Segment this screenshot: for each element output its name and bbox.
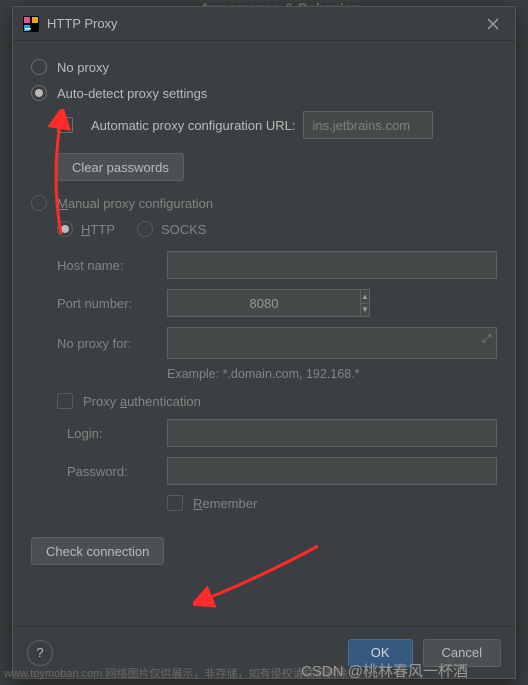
host-name-input[interactable] — [167, 251, 497, 279]
socks-label: SOCKS — [161, 222, 207, 237]
close-icon — [487, 18, 499, 30]
watermark-left: www.toymoban.com 网络图片仅供展示，非存储，如有侵权请联系删除 — [4, 665, 347, 681]
remember-label: Remember — [193, 496, 257, 511]
dialog-content: No proxy Auto-detect proxy settings Auto… — [13, 41, 515, 626]
auto-url-row: Automatic proxy configuration URL: — [57, 111, 497, 139]
radio-selected-icon — [31, 85, 47, 101]
radio-icon — [31, 195, 47, 211]
dialog-title: HTTP Proxy — [47, 16, 118, 31]
remember-option[interactable]: Remember — [167, 495, 497, 511]
socks-option[interactable]: SOCKS — [137, 221, 207, 237]
checkbox-icon — [57, 393, 73, 409]
app-icon — [23, 16, 39, 32]
clear-passwords-button[interactable]: Clear passwords — [57, 153, 184, 181]
radio-selected-icon — [57, 221, 73, 237]
proxy-auth-label: Proxy authentication — [83, 394, 201, 409]
help-button[interactable]: ? — [27, 640, 53, 666]
password-input[interactable] — [167, 457, 497, 485]
expand-icon[interactable]: ⤢ — [482, 333, 491, 346]
titlebar: HTTP Proxy — [13, 7, 515, 41]
checkbox-icon — [167, 495, 183, 511]
http-option[interactable]: HTTP — [57, 221, 115, 237]
port-number-label: Port number: — [57, 296, 167, 311]
close-button[interactable] — [481, 12, 505, 36]
radio-icon — [31, 59, 47, 75]
http-proxy-dialog: HTTP Proxy No proxy Auto-detect proxy se… — [12, 6, 516, 679]
login-label: Login: — [67, 426, 167, 441]
no-proxy-option[interactable]: No proxy — [31, 59, 497, 75]
port-number-field: ▲ ▼ — [167, 289, 297, 317]
port-step-down[interactable]: ▼ — [361, 304, 369, 317]
auto-detect-label: Auto-detect proxy settings — [57, 86, 207, 101]
login-input[interactable] — [167, 419, 497, 447]
watermark-right: CSDN @桃林春风一杯酒 — [301, 660, 468, 681]
no-proxy-label: No proxy — [57, 60, 109, 75]
http-label: HTTP — [81, 222, 115, 237]
auto-url-checkbox[interactable] — [57, 117, 73, 133]
manual-proxy-option[interactable]: Manual proxy configuration — [31, 195, 497, 211]
auto-url-label: Automatic proxy configuration URL: — [91, 118, 295, 133]
check-connection-button[interactable]: Check connection — [31, 537, 164, 565]
password-label: Password: — [67, 464, 167, 479]
host-name-label: Host name: — [57, 258, 167, 273]
manual-proxy-label: Manual proxy configuration — [57, 196, 213, 211]
no-proxy-for-input[interactable] — [167, 327, 497, 359]
port-number-input[interactable] — [167, 289, 361, 317]
port-step-up[interactable]: ▲ — [361, 290, 369, 304]
auto-detect-option[interactable]: Auto-detect proxy settings — [31, 85, 497, 101]
auto-url-input[interactable] — [303, 111, 433, 139]
example-text: Example: *.domain.com, 192.168.* — [167, 367, 497, 381]
proxy-auth-option[interactable]: Proxy authentication — [57, 393, 497, 409]
radio-icon — [137, 221, 153, 237]
help-icon: ? — [36, 645, 43, 660]
no-proxy-for-label: No proxy for: — [57, 336, 167, 351]
